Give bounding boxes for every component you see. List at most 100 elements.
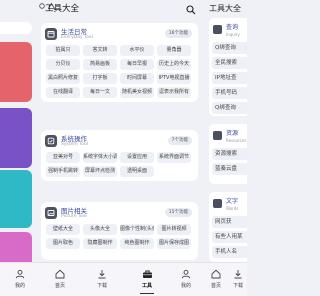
tool-chip[interactable]: 图像个性制(头像)	[120, 224, 154, 235]
tool-chip[interactable]: 在线翻译	[46, 87, 80, 98]
tool-chip[interactable]: Q绑查询	[212, 102, 247, 114]
tool-list: 拍属只 答文转 水平仪 量角器 分贝仪 简易画板 每日早报 历史上的今天 黑白照…	[41, 45, 198, 102]
left-card-teal[interactable]	[0, 170, 32, 228]
tool-chip[interactable]: 有些人用某	[212, 231, 247, 243]
category-header[interactable]: 文字 Words	[209, 192, 247, 216]
tool-chip[interactable]: Q绑查询	[212, 42, 247, 54]
tool-chip[interactable]: IP地址查	[212, 72, 247, 84]
search-icon	[186, 5, 196, 15]
tool-list: 亚美对号 系统字体大小调节 设置应用 系统界面调节 强制手机跳转 屏幕坏点检测 …	[41, 152, 198, 181]
tool-chip[interactable]: 量角器	[157, 45, 191, 56]
settings-icon	[45, 135, 57, 147]
count-badge: 16个功能	[164, 29, 192, 38]
tool-chip[interactable]: 透明桌面	[120, 166, 154, 177]
nav-label: 我的	[180, 283, 191, 289]
tool-chip[interactable]: 每日早报	[120, 59, 154, 70]
nav-label: 工具	[141, 283, 152, 289]
nav-tab-mine-right[interactable]: 我的	[172, 266, 200, 294]
calendar-icon	[45, 28, 57, 40]
tool-chip[interactable]: 设置应用	[120, 152, 154, 163]
home-icon	[211, 269, 221, 279]
nav-label: 我的	[14, 283, 25, 289]
nav-tab-home[interactable]: 首页	[46, 266, 74, 294]
category-title: 资源	[226, 130, 239, 137]
tool-chip[interactable]: 蓝奏云盘	[212, 163, 247, 175]
tool-chip[interactable]: 图片取色	[46, 238, 80, 249]
picture-icon	[45, 207, 57, 219]
category-header[interactable]: 生活日常 EveryDay Tool 16个功能	[41, 23, 198, 45]
category-subtitle: Words	[226, 206, 239, 211]
folder-icon	[213, 131, 222, 140]
page-title: 工具大全	[45, 4, 80, 14]
tool-chip[interactable]: 水平仪	[120, 45, 154, 56]
search-button[interactable]	[185, 1, 197, 15]
tool-chip[interactable]: 每日一文	[83, 87, 117, 98]
download-icon	[234, 270, 242, 279]
text-icon	[213, 199, 222, 208]
tool-chip[interactable]: 逗表示我所有	[157, 87, 191, 98]
toolbox-icon	[142, 270, 152, 278]
tool-chip[interactable]: 手机号码	[212, 87, 247, 99]
nav-tab-tools[interactable]: 工具	[133, 266, 161, 294]
tool-chip[interactable]: 壁纸大全	[46, 224, 80, 235]
tool-chip[interactable]: 黑白照片修复	[46, 73, 80, 84]
right-page-title: 工具大全	[209, 4, 241, 13]
tool-chip[interactable]: 拍属只	[46, 45, 80, 56]
tool-chip[interactable]: 系统字体大小调节	[83, 152, 117, 163]
home-icon	[55, 269, 65, 279]
user-icon	[15, 269, 25, 279]
nav-label: 首页	[210, 283, 221, 289]
tool-chip[interactable]: 网页获	[212, 216, 247, 228]
search-icon	[213, 25, 222, 34]
left-card-red[interactable]	[0, 42, 32, 102]
tool-chip[interactable]: 资源搜索	[212, 148, 247, 160]
category-subtitle: System Tool	[61, 142, 88, 147]
category-header[interactable]: 系统操作 System Tool 7个功能	[41, 130, 198, 152]
category-card-life: 生活日常 EveryDay Tool 16个功能 拍属只 答文转 水平仪 量角器…	[41, 23, 198, 102]
tools-page: 工具大全 生活日常 EveryDay Tool 16个功能 拍属只 答文转 水平…	[37, 0, 200, 262]
tool-chip[interactable]: 图片保存成图	[157, 238, 191, 249]
count-badge: 15个功能	[164, 208, 192, 217]
tool-chip[interactable]: 随机美女视频	[120, 87, 154, 98]
category-title: 文字	[226, 198, 239, 205]
tool-chip[interactable]: 强制手机跳转	[46, 166, 80, 177]
tool-chip[interactable]: 时间屏幕	[120, 73, 154, 84]
nav-label: 下载	[96, 283, 107, 289]
next-page-peek: 工具大全 查询 Inquiry Q绑查询 全民搜索 IP地址查 手机号码 Q绑查…	[203, 0, 247, 262]
category-subtitle: Inquiry	[226, 32, 240, 37]
category-subtitle: Picture Tool	[61, 214, 87, 219]
tool-chip[interactable]: 答文转	[83, 45, 117, 56]
tool-chip[interactable]: 亚美对号	[46, 152, 80, 163]
tool-chip[interactable]: 纯色图制作	[120, 238, 154, 249]
tool-chip[interactable]: 图片转视频	[157, 224, 191, 235]
tool-chip[interactable]: 手机人名	[212, 246, 247, 258]
left-card-purple[interactable]	[0, 108, 32, 168]
category-header[interactable]: 图片相关 Picture Tool 15个功能	[41, 202, 198, 224]
tool-chip[interactable]: 头像大全	[83, 224, 117, 235]
nav-tab-home-right[interactable]: 首页	[202, 266, 230, 294]
tool-chip[interactable]: 屏幕坏点检测	[83, 166, 117, 177]
download-icon	[98, 270, 106, 279]
left-card-pink[interactable]	[0, 232, 32, 262]
tool-chip[interactable]: 打字板	[83, 73, 117, 84]
tool-list: 壁纸大全 头像大全 图像个性制(头像) 图片转视频 图片取色 隐藏图制作 纯色图…	[41, 224, 198, 253]
tool-chip[interactable]: 隐藏图制作	[83, 238, 117, 249]
user-icon	[181, 269, 191, 279]
category-header[interactable]: 查询 Inquiry	[209, 18, 247, 42]
tool-chip[interactable]: 全民搜索	[212, 57, 247, 69]
tool-chip[interactable]: IPTV电视直播	[157, 73, 191, 84]
tool-chip[interactable]: 历史上的今天	[157, 59, 191, 70]
left-search-pill	[0, 22, 32, 34]
category-card-picture: 图片相关 Picture Tool 15个功能 壁纸大全 头像大全 图像个性制(…	[41, 202, 198, 260]
bottom-navigation: 我的 首页 下载 工具 我的 首页 下载	[0, 262, 247, 296]
count-badge: 7个功能	[167, 136, 192, 145]
category-header[interactable]: 资源 Resources	[209, 124, 247, 148]
category-card-system: 系统操作 System Tool 7个功能 亚美对号 系统字体大小调节 设置应用…	[41, 130, 198, 181]
nav-tab-mine[interactable]: 我的	[6, 266, 34, 294]
tool-chip[interactable]: 分贝仪	[46, 59, 80, 70]
nav-tab-download-right[interactable]: 下载	[229, 266, 247, 294]
tool-chip[interactable]: 系统界面调节	[157, 152, 191, 163]
right-category-inquiry: 查询 Inquiry Q绑查询 全民搜索 IP地址查 手机号码 Q绑查询	[209, 18, 247, 116]
tool-chip[interactable]: 简易画板	[83, 59, 117, 70]
nav-tab-download[interactable]: 下载	[88, 266, 116, 294]
